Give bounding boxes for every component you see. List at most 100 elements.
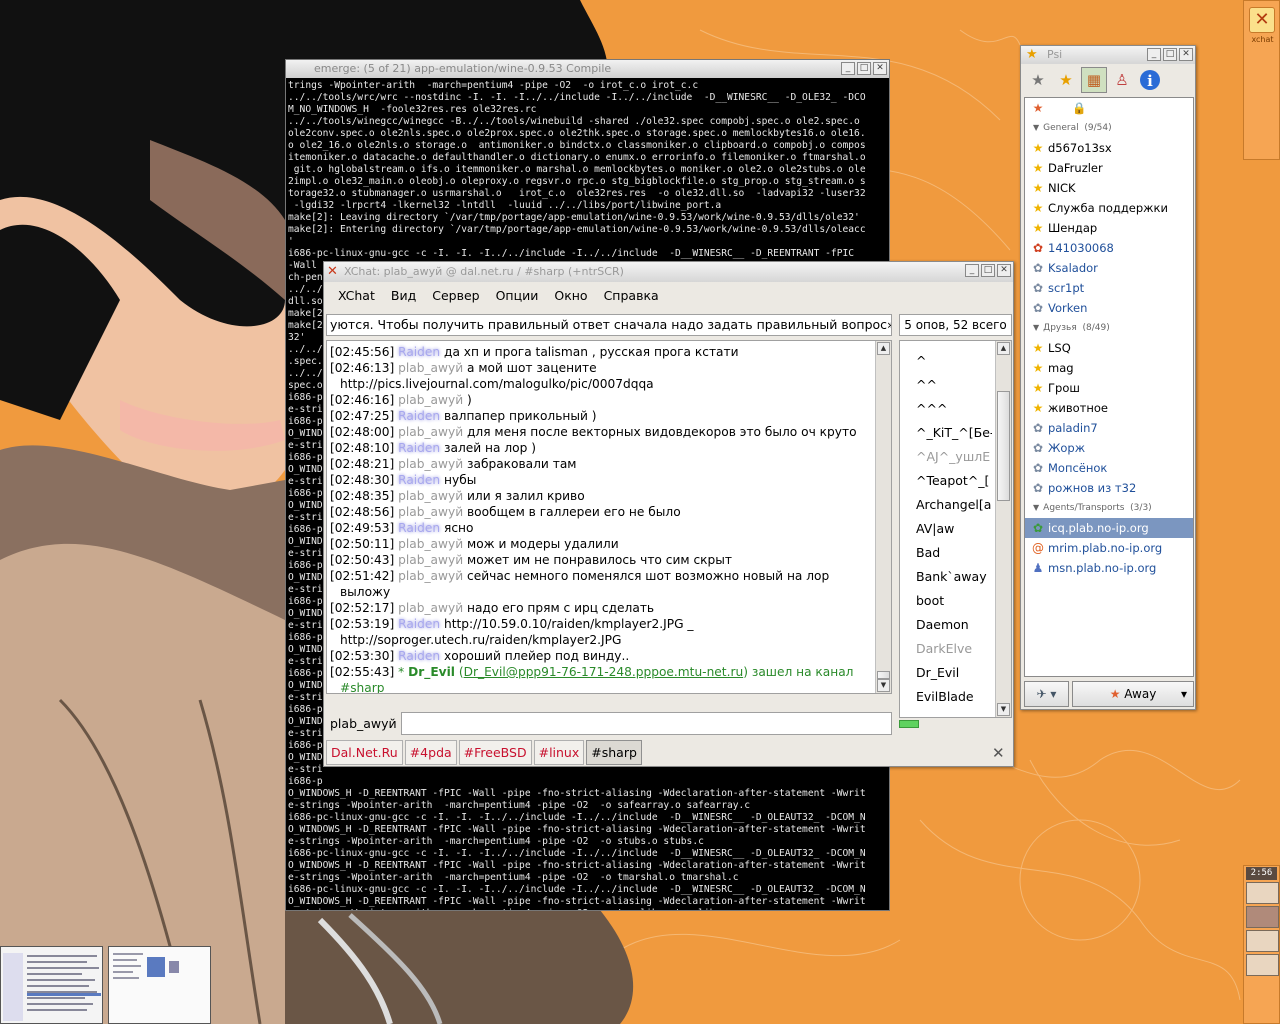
scroll-up-arrow-icon[interactable]: ▲ <box>877 342 890 355</box>
psi-titlebar[interactable]: ★ Psi _ □ ✕ <box>1021 46 1195 64</box>
message-nick[interactable]: Raiden <box>398 345 440 359</box>
roster-contact[interactable]: ★ d567o13sx <box>1025 138 1193 158</box>
close-tab-icon[interactable]: ✕ <box>992 744 1005 762</box>
message-nick[interactable]: plab_awyй <box>398 505 463 519</box>
message-nick[interactable]: Raiden <box>398 409 440 423</box>
roster-contact[interactable]: ★ LSQ <box>1025 338 1193 358</box>
scroll-down-arrow-icon[interactable]: ▼ <box>997 703 1010 716</box>
scroll-up-arrow-icon[interactable]: ▲ <box>997 342 1010 355</box>
roster-contact[interactable]: ★ Грош <box>1025 378 1193 398</box>
roster-contact[interactable]: ★ Служба поддержки <box>1025 198 1193 218</box>
roster-contact[interactable]: ✿ paladin7 <box>1025 418 1193 438</box>
message-nick[interactable]: plab_awyй <box>398 457 463 471</box>
close-button[interactable]: ✕ <box>873 62 887 75</box>
roster-contact[interactable]: ✿ рожнов из т32 <box>1025 478 1193 498</box>
tab-4pda[interactable]: #4pda <box>404 740 457 765</box>
message-nick[interactable]: plab_awyй <box>398 537 463 551</box>
message-nick[interactable]: plab_awyй <box>398 553 463 567</box>
roster[interactable]: ★ 🔒 ▼ General (9/54) ★ d567o13sx ★ DaFruzler ★ N… <box>1024 97 1194 677</box>
psi-window[interactable]: ★ Psi _ □ ✕ ★ ★ ▦ ♙ i ★ 🔒 ▼ General (9/54)… <box>1020 45 1196 710</box>
info-icon[interactable]: i <box>1140 70 1160 90</box>
menu-item-4[interactable]: Окно <box>546 288 595 303</box>
menu-item-5[interactable]: Справка <box>596 288 667 303</box>
roster-group-header[interactable]: ▼ Друзья (8/49) <box>1025 318 1193 338</box>
roster-group-header[interactable]: ▼ Agents/Transports (3/3) <box>1025 498 1193 518</box>
scroll-thumb[interactable] <box>997 391 1010 501</box>
window-thumbnail-2[interactable] <box>108 946 211 1024</box>
roster-group-header[interactable]: ▼ General (9/54) <box>1025 118 1193 138</box>
options-icon[interactable]: ★ <box>1025 67 1051 93</box>
roster-contact[interactable]: ✿ scr1pt <box>1025 278 1193 298</box>
roster-contact[interactable]: ♟ msn.plab.no-ip.org <box>1025 558 1193 578</box>
nick-list-item[interactable]: boot <box>916 589 992 613</box>
tab-linux[interactable]: #linux <box>533 740 585 765</box>
message-nick[interactable]: plab_awyй <box>398 361 463 375</box>
nick-list-item[interactable]: Daemon <box>916 613 992 637</box>
close-button[interactable]: ✕ <box>997 264 1011 277</box>
pager-desktop-2[interactable] <box>1246 906 1279 928</box>
message-nick[interactable]: Raiden <box>398 441 440 455</box>
roster-contact[interactable]: ✿ Жорж <box>1025 438 1193 458</box>
nick-list-item[interactable]: Bank`away <box>916 565 992 589</box>
roster-contact[interactable]: ★ NICK <box>1025 178 1193 198</box>
message-nick[interactable]: Raiden <box>398 617 440 631</box>
minimize-button[interactable]: _ <box>965 264 979 277</box>
nick-list-item[interactable]: Archangel[a <box>916 493 992 517</box>
message-nick[interactable]: plab_awyй <box>398 393 463 407</box>
message-nick[interactable]: plab_awyй <box>398 569 463 583</box>
xchat-window[interactable]: ✕ XChat: plab_awyй @ dal.net.ru / #sharp… <box>323 261 1014 767</box>
nick-list[interactable]: ^ ^^ ^^^ ^_KiT_^[Бе- ^AJ^_ушлЕ ^Teapot^_[Arch… <box>899 340 1012 718</box>
roster-contact[interactable]: ✿ Мопсёнок <box>1025 458 1193 478</box>
pager-desktop-3[interactable] <box>1246 930 1279 952</box>
message-input[interactable] <box>401 712 892 735</box>
nick-list-item[interactable]: Bad <box>916 541 992 565</box>
tab-freebsd[interactable]: #FreeBSD <box>458 740 532 765</box>
tab-sharp[interactable]: #sharp <box>586 740 642 765</box>
nick-list-item[interactable]: AV|aw <box>916 517 992 541</box>
maximize-button[interactable]: □ <box>1163 48 1177 61</box>
roster-contact[interactable]: ✿ icq.plab.no-ip.org <box>1025 518 1193 538</box>
scroll-down-arrow-icon[interactable]: ▼ <box>877 679 890 692</box>
join-nick[interactable]: Dr_Evil <box>408 665 455 679</box>
menu-item-0[interactable]: XChat <box>330 288 383 303</box>
message-nick[interactable]: plab_awyй <box>398 489 463 503</box>
account-row[interactable]: ★ 🔒 <box>1025 98 1193 118</box>
nick-list-item[interactable]: ^^^ <box>916 397 992 421</box>
roster-contact[interactable]: ✿ Ksalador <box>1025 258 1193 278</box>
window-thumbnail-1[interactable] <box>0 946 103 1024</box>
menu-item-1[interactable]: Вид <box>383 288 424 303</box>
message-nick[interactable]: Raiden <box>398 473 440 487</box>
nick-list-item[interactable]: EvilBlade <box>916 685 992 709</box>
message-nick[interactable]: plab_awyй <box>398 601 463 615</box>
chat-scrollbar[interactable]: ▲ ▼ <box>875 341 891 693</box>
scroll-thumb[interactable] <box>877 671 890 679</box>
roster-contact[interactable]: ★ животное <box>1025 398 1193 418</box>
message-nick[interactable]: Raiden <box>398 649 440 663</box>
menu-button[interactable]: ✈ ▾ <box>1024 681 1069 707</box>
minimize-button[interactable]: _ <box>841 62 855 75</box>
tab-dalnetru[interactable]: Dal.Net.Ru <box>326 740 403 765</box>
show-away-icon[interactable]: ★ <box>1053 67 1079 93</box>
chat-log[interactable]: [02:45:56] Raiden да хп и прога talisman… <box>326 340 892 694</box>
roster-contact[interactable]: ★ mag <box>1025 358 1193 378</box>
nick-list-item[interactable]: ^Teapot^_[ <box>916 469 992 493</box>
terminal-titlebar[interactable]: emerge: (5 of 21) app-emulation/wine-0.9… <box>286 60 889 78</box>
message-nick[interactable]: plab_awyй <box>398 425 463 439</box>
menu-item-2[interactable]: Сервер <box>424 288 487 303</box>
roster-contact[interactable]: ★ Шендар <box>1025 218 1193 238</box>
nick-list-item[interactable]: ^ <box>916 349 992 373</box>
nick-list-item[interactable]: Dr_Evil <box>916 661 992 685</box>
dock-launcher[interactable]: ✕ xchat <box>1243 0 1280 160</box>
nick-list-item[interactable]: ^^ <box>916 373 992 397</box>
maximize-button[interactable]: □ <box>981 264 995 277</box>
nick-list-item[interactable]: ^_KiT_^[Бе- <box>916 421 992 445</box>
maximize-button[interactable]: □ <box>857 62 871 75</box>
pager-desktop-4[interactable] <box>1246 954 1279 976</box>
topic-field[interactable]: уются. Чтобы получить правильный ответ с… <box>326 314 892 336</box>
menu-item-3[interactable]: Опции <box>488 288 547 303</box>
nicklist-scrollbar[interactable]: ▲ ▼ <box>995 341 1011 717</box>
minimize-button[interactable]: _ <box>1147 48 1161 61</box>
roster-contact[interactable]: ★ DaFruzler <box>1025 158 1193 178</box>
pager-desktop-1[interactable] <box>1246 882 1279 904</box>
show-agents-icon[interactable]: ▦ <box>1081 67 1107 93</box>
